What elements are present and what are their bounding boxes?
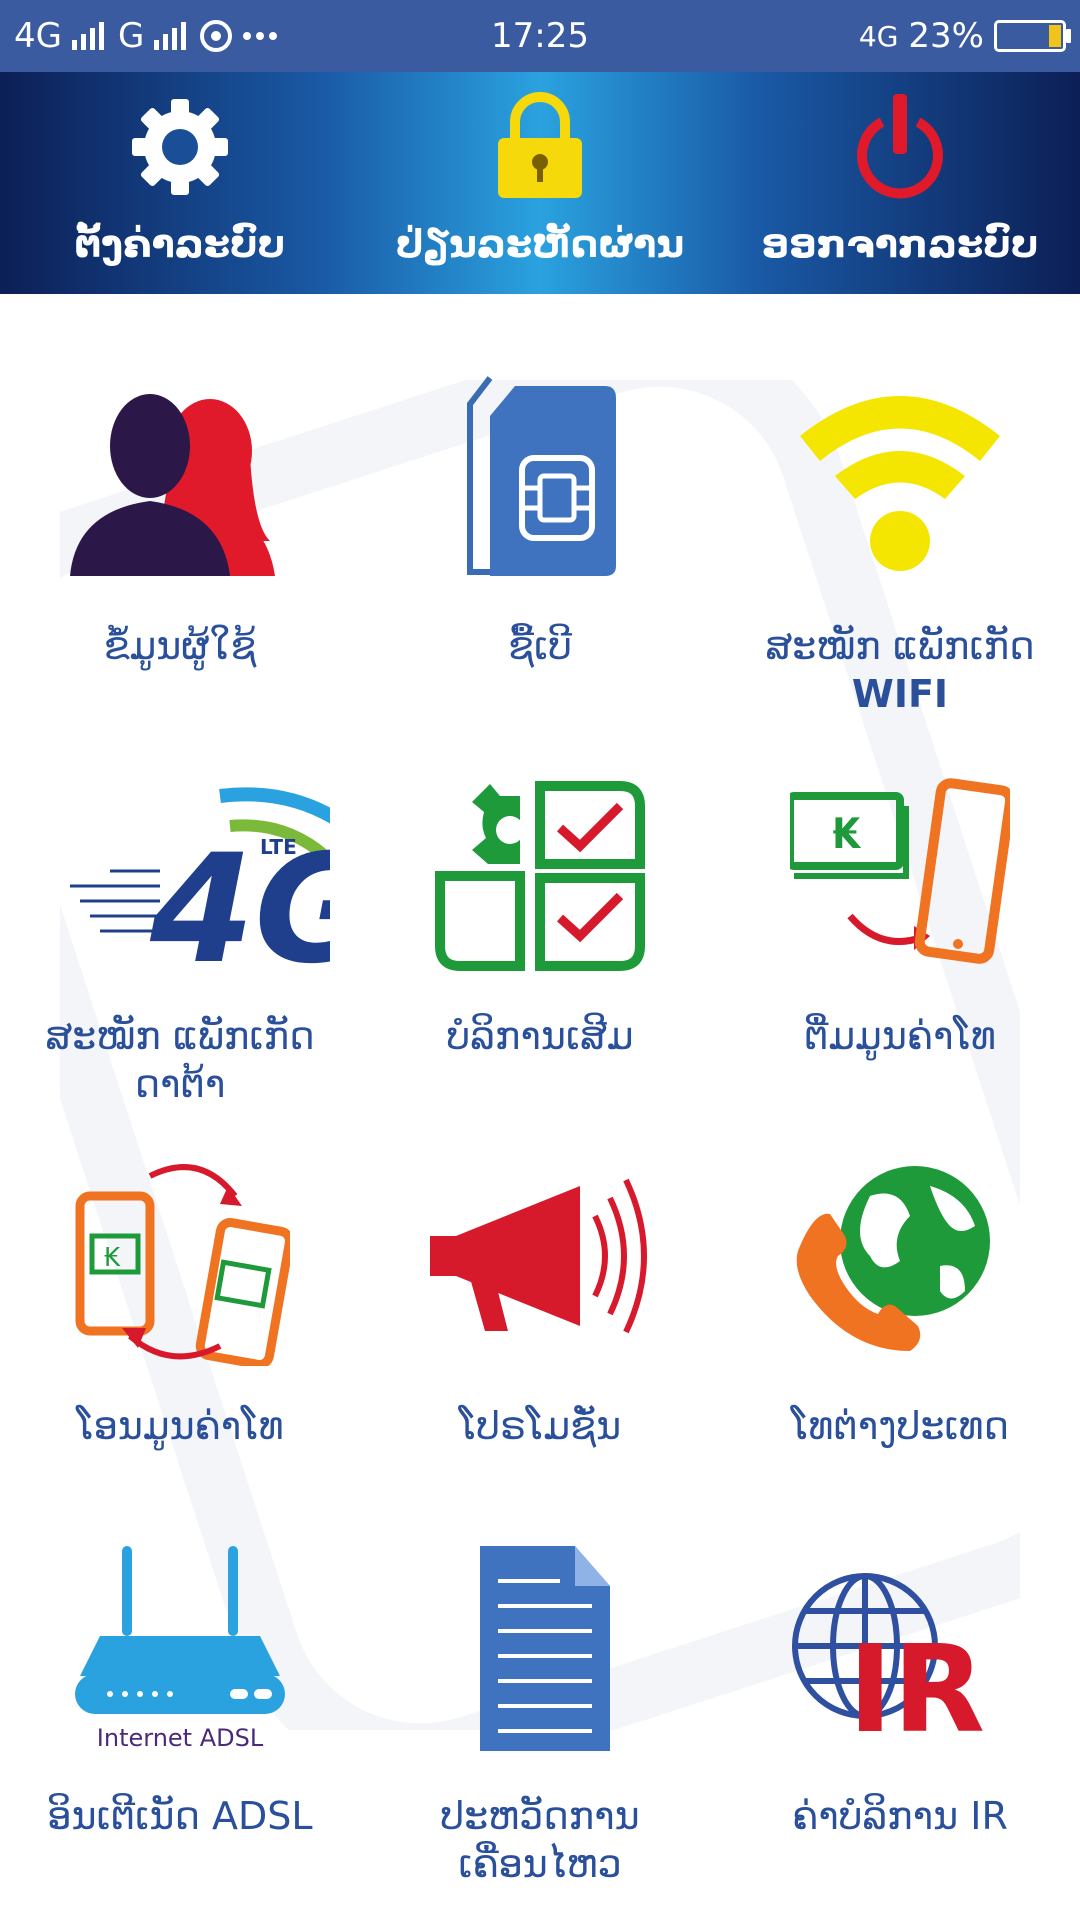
lte-badge: LTE [260, 835, 297, 859]
users-icon [70, 394, 275, 576]
top-menu-bar: ຕັ້ງຄ່າລະບົບ ປ່ຽນລະຫັດຜ່ານ ອອກຈາກລະບົບ [0, 72, 1080, 294]
tile-transfer-credit[interactable]: ₭ ໂອນມູນຄ່າໂທ [0, 1156, 360, 1476]
gear-icon [132, 99, 228, 195]
tile-label-line1: ປະຫວັດການ [440, 1794, 640, 1838]
tile-promotion[interactable]: ໂປຣໂມຊັ່ນ [360, 1156, 720, 1476]
tile-label-line1: ອິນເຕີເນັດ ADSL [47, 1794, 313, 1838]
tile-label-line1: ຄ່າບໍລິການ IR [792, 1794, 1008, 1838]
checklist-icon [435, 781, 645, 971]
power-icon [857, 94, 943, 199]
tile-label-line1: ໂທຕ່າງປະເທດ [791, 1404, 1009, 1448]
tile-label-line2: ເຄື່ອນໄຫວ [458, 1842, 622, 1886]
transfer-icon: ₭ [75, 1164, 290, 1366]
tile-adsl[interactable]: Internet ADSL ອິນເຕີເນັດ ADSL [0, 1546, 360, 1866]
change-password-button[interactable]: ປ່ຽນລະຫັດຜ່ານ [360, 72, 720, 294]
topup-icon: ₭ [790, 778, 1010, 964]
tile-extra-services[interactable]: ບໍລິການເສີມ [360, 766, 720, 1086]
change-password-label: ປ່ຽນລະຫັດຜ່ານ [395, 222, 685, 266]
router-caption: Internet ADSL [97, 1724, 264, 1752]
4g-text: 4G+ [149, 823, 330, 976]
currency-glyph: ₭ [104, 1243, 121, 1273]
wifi-icon [800, 396, 1000, 571]
currency-glyph: ₭ [832, 809, 862, 858]
tile-label: ສະໝັກ ແພັກເກັດ WIFI [720, 622, 1080, 718]
tile-data-package[interactable]: 4G+ LTE ສະໝັກ ແພັກເກັດ ດາຕ້າ [0, 766, 360, 1106]
network-type-right: 4G [858, 19, 899, 53]
tile-label-line1: ສະໝັກ ແພັກເກັດ [765, 624, 1035, 668]
tile-label: ໂທຕ່າງປະເທດ [720, 1402, 1080, 1450]
sim-card-icon [467, 376, 616, 576]
lock-icon [498, 92, 582, 198]
ir-text: IR [848, 1621, 985, 1756]
tile-international-call[interactable]: ໂທຕ່າງປະເທດ [720, 1156, 1080, 1476]
settings-button[interactable]: ຕັ້ງຄ່າລະບົບ [0, 72, 360, 294]
tile-label-line1: ໂປຣໂມຊັ່ນ [458, 1404, 622, 1448]
international-call-icon [796, 1166, 990, 1351]
tile-label: ປະຫວັດການ ເຄື່ອນໄຫວ [360, 1792, 720, 1888]
tile-label-line2: WIFI [851, 672, 949, 716]
status-bar: 4G G 17:25 4G 23% [0, 0, 1080, 72]
tile-label: ໂປຣໂມຊັ່ນ [360, 1402, 720, 1450]
tile-label: ຕື່ມມູນຄ່າໂທ [720, 1012, 1080, 1060]
logout-label: ອອກຈາກລະບົບ [761, 222, 1039, 266]
tile-user-info[interactable]: ຂໍ້ມູນຜູ້ໃຊ້ [0, 376, 360, 696]
tile-history[interactable]: ປະຫວັດການ ເຄື່ອນໄຫວ [360, 1546, 720, 1886]
tile-label: ອິນເຕີເນັດ ADSL [0, 1792, 360, 1840]
tile-buy-number[interactable]: ຊື້ເບີ [360, 376, 720, 696]
tile-label-line1: ຊື້ເບີ [508, 624, 572, 668]
tile-label: ໂອນມູນຄ່າໂທ [0, 1402, 360, 1450]
tile-label: ຂໍ້ມູນຜູ້ໃຊ້ [0, 622, 360, 670]
logout-button[interactable]: ອອກຈາກລະບົບ [720, 72, 1080, 294]
tile-label-line2: ດາຕ້າ [134, 1062, 226, 1106]
tile-label: ຊື້ເບີ [360, 622, 720, 670]
megaphone-icon [430, 1178, 647, 1334]
tile-label-line1: ໂອນມູນຄ່າໂທ [76, 1404, 284, 1448]
settings-label: ຕັ້ງຄ່າລະບົບ [74, 222, 286, 266]
battery-percent: 23% [908, 16, 984, 56]
status-right: 4G 23% [858, 16, 1071, 56]
tile-label-line1: ຕື່ມມູນຄ່າໂທ [804, 1014, 996, 1058]
tile-label: ບໍລິການເສີມ [360, 1012, 720, 1060]
tile-wifi-package[interactable]: ສະໝັກ ແພັກເກັດ WIFI [720, 376, 1080, 716]
globe-ir-icon: IR [792, 1573, 985, 1756]
4g-plus-icon: 4G+ LTE [70, 787, 330, 976]
tile-label-line1: ບໍລິການເສີມ [446, 1014, 634, 1058]
tile-topup[interactable]: ₭ ຕື່ມມູນຄ່າໂທ [720, 766, 1080, 1086]
tile-label: ຄ່າບໍລິການ IR [720, 1792, 1080, 1840]
tile-label: ສະໝັກ ແພັກເກັດ ດາຕ້າ [0, 1012, 360, 1108]
battery-icon [994, 20, 1071, 52]
tile-label-line1: ຂໍ້ມູນຜູ້ໃຊ້ [103, 624, 257, 668]
tile-ir-charges[interactable]: IR ຄ່າບໍລິການ IR [720, 1546, 1080, 1866]
tile-label-line1: ສະໝັກ ແພັກເກັດ [45, 1014, 315, 1058]
document-icon [480, 1546, 610, 1751]
router-icon: Internet ADSL [75, 1546, 285, 1752]
